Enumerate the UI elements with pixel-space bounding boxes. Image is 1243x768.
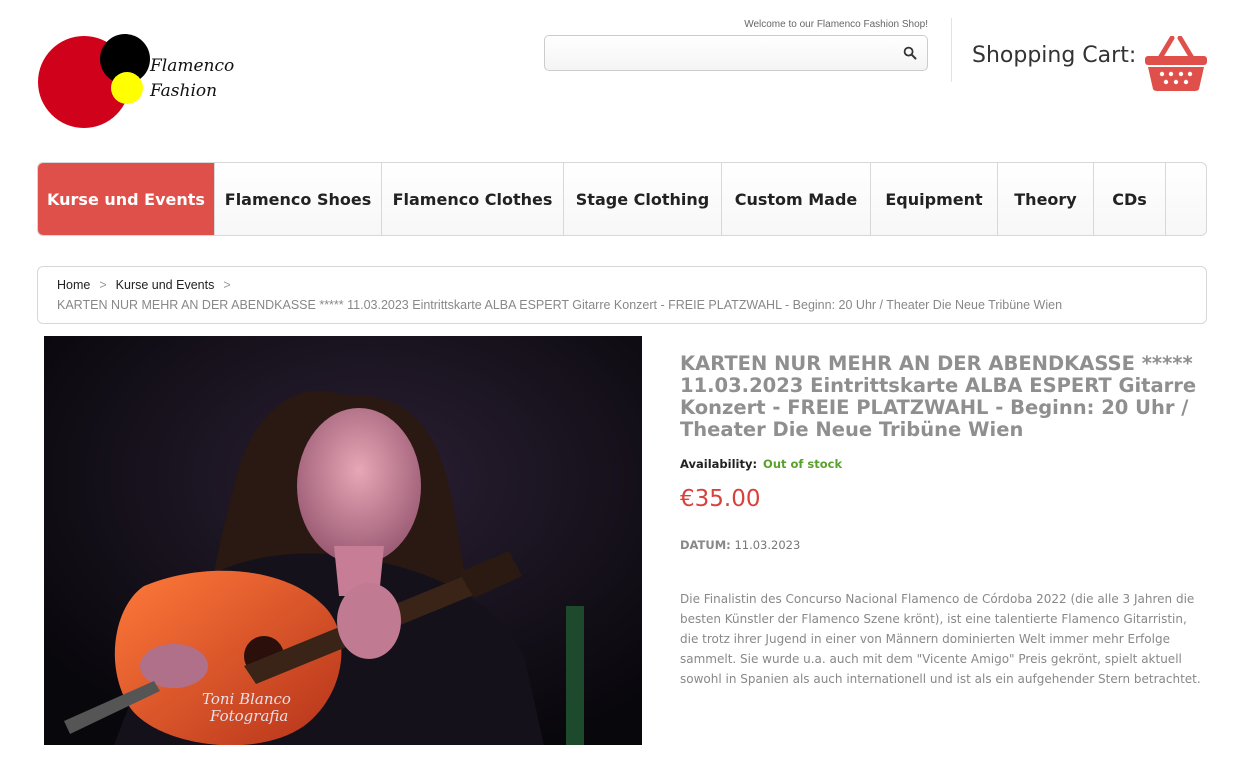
cart-label[interactable]: Shopping Cart: (972, 43, 1136, 68)
nav-item-equipment[interactable]: Equipment (871, 163, 998, 235)
nav-item-kurse-und-events[interactable]: Kurse und Events (38, 163, 215, 235)
logo-line1: Flamenco (150, 56, 235, 76)
breadcrumb-current: KARTEN NUR MEHR AN DER ABENDKASSE ***** … (57, 298, 1063, 312)
breadcrumb-home[interactable]: Home (57, 278, 90, 292)
nav-item-cds[interactable]: CDs (1094, 163, 1166, 235)
header-divider (951, 18, 952, 82)
breadcrumb: Home > Kurse und Events > KARTEN NUR MEHR A… (37, 266, 1207, 324)
photo-caption-line1: Toni Blanco (202, 690, 291, 708)
breadcrumb-separator: > (99, 278, 107, 292)
logo-line2: Fashion (150, 81, 218, 101)
welcome-message: Welcome to our Flamenco Fashion Shop! (744, 19, 928, 30)
breadcrumb-separator: > (223, 278, 231, 292)
product-title: KARTEN NUR MEHR AN DER ABENDKASSE ***** … (680, 352, 1197, 441)
breadcrumb-category[interactable]: Kurse und Events (116, 278, 215, 292)
product-image[interactable]: Toni Blanco Fotografia (44, 336, 642, 745)
nav-item-theory[interactable]: Theory (998, 163, 1094, 235)
nav-item-flamenco-shoes[interactable]: Flamenco Shoes (215, 163, 382, 235)
datum-label: DATUM: (680, 538, 731, 552)
product-description: Die Finalistin des Concurso Nacional Fla… (680, 592, 1201, 686)
nav-item-custom-made[interactable]: Custom Made (722, 163, 871, 235)
site-logo[interactable]: Flamenco Fashion (38, 34, 248, 130)
search-box (544, 35, 928, 71)
search-input[interactable] (545, 36, 885, 70)
nav-item-flamenco-clothes[interactable]: Flamenco Clothes (382, 163, 564, 235)
availability: Availability: Out of stock (680, 457, 842, 471)
logo-yellow-circle (111, 72, 143, 104)
product-datum: DATUM: 11.03.2023 (680, 538, 800, 552)
logo-text: Flamenco Fashion (150, 54, 234, 104)
search-icon[interactable] (903, 46, 917, 60)
photo-caption-line2: Fotografia (209, 707, 288, 725)
product-price: €35.00 (680, 486, 761, 512)
datum-value: 11.03.2023 (734, 538, 801, 552)
main-navigation: Kurse und Events Flamenco Shoes Flamenco… (37, 162, 1207, 236)
basket-icon[interactable] (1144, 36, 1208, 92)
nav-item-stage-clothing[interactable]: Stage Clothing (564, 163, 722, 235)
availability-label: Availability: (680, 457, 758, 471)
availability-status: Out of stock (763, 457, 843, 471)
